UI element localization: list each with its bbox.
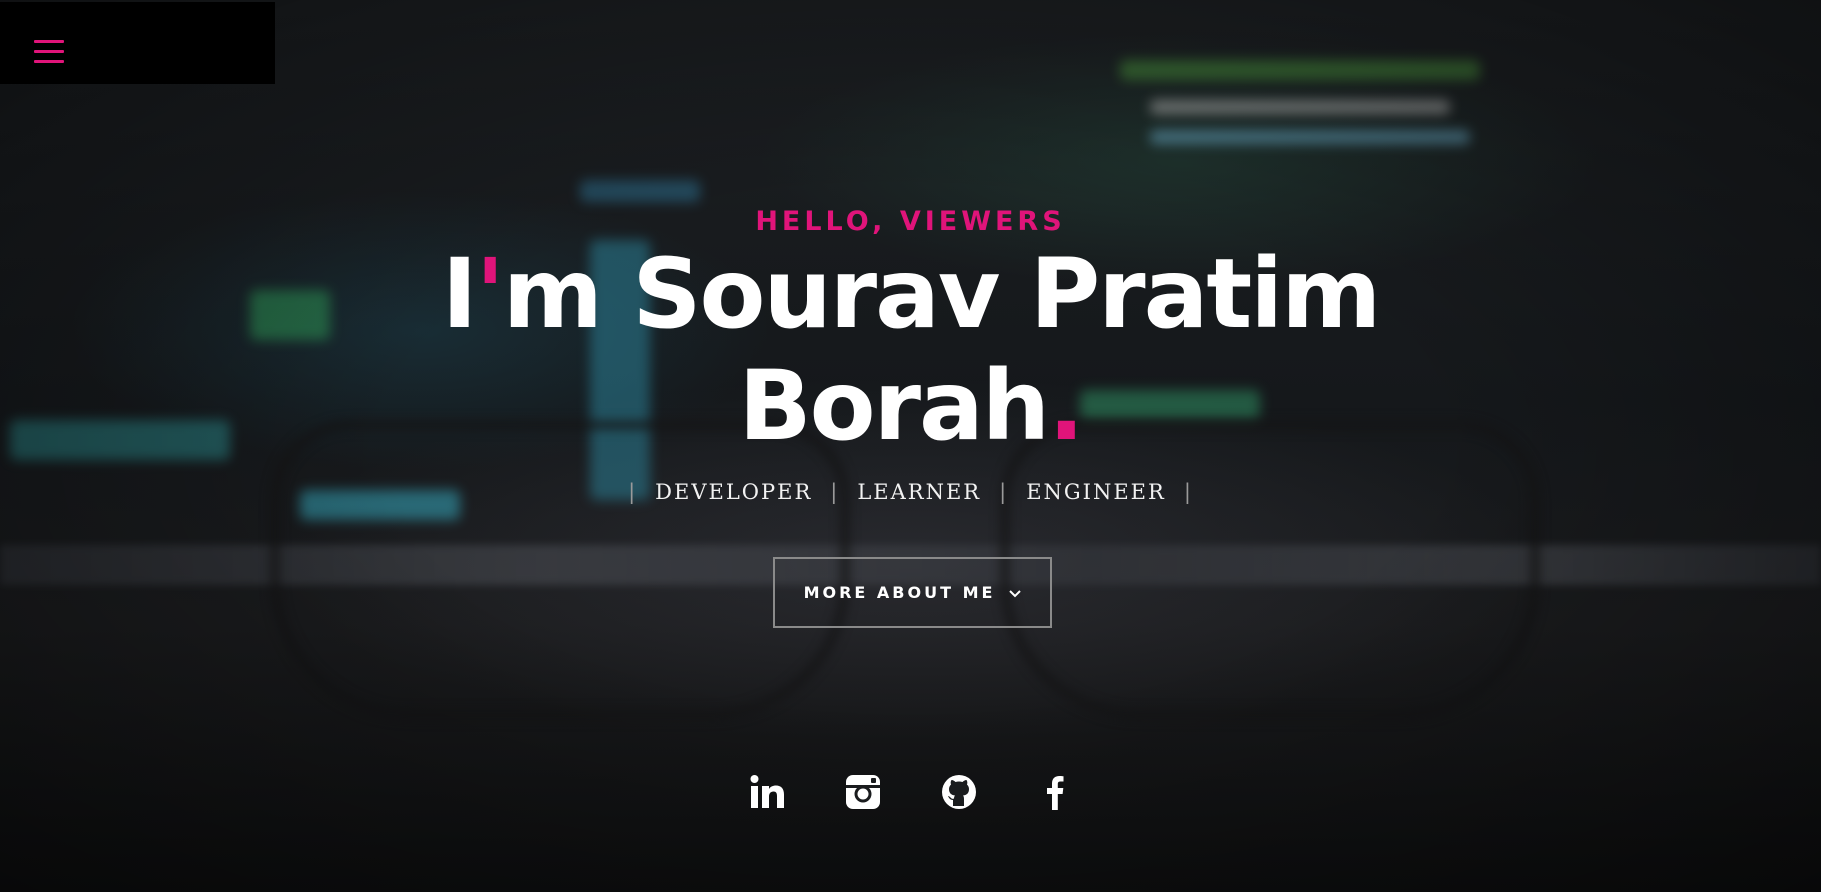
- facebook-icon[interactable]: [1033, 770, 1077, 814]
- chevron-down-icon: [1009, 583, 1022, 602]
- hero-heading-line-1: I'm Sourav Pratim: [0, 238, 1821, 350]
- hero-heading-line-2: Borah.: [0, 350, 1821, 462]
- role-item: ENGINEER: [1026, 480, 1166, 504]
- social-links: [0, 770, 1821, 814]
- hero-section: HELLO, VIEWERS I'm Sourav Pratim Borah. …: [0, 0, 1821, 892]
- instagram-icon[interactable]: [841, 770, 885, 814]
- role-separator: |: [1183, 480, 1193, 504]
- menu-bar: [0, 2, 275, 84]
- heading-text: Borah: [738, 350, 1050, 462]
- more-about-me-button[interactable]: MORE ABOUT ME: [773, 557, 1052, 628]
- role-separator: |: [999, 480, 1009, 504]
- heading-text: I: [441, 238, 478, 350]
- role-separator: |: [628, 480, 638, 504]
- heading-text: m Sourav Pratim: [502, 238, 1381, 350]
- role-list: | DEVELOPER | LEARNER | ENGINEER |: [0, 480, 1821, 504]
- heading-apostrophe: ': [475, 238, 505, 350]
- hero-heading: I'm Sourav Pratim Borah.: [0, 238, 1821, 462]
- intro-subtitle: HELLO, VIEWERS: [755, 206, 1066, 237]
- linkedin-icon[interactable]: [745, 770, 789, 814]
- github-icon[interactable]: [937, 770, 981, 814]
- heading-dot: .: [1048, 350, 1084, 462]
- hamburger-menu-icon[interactable]: [34, 40, 66, 66]
- role-item: DEVELOPER: [655, 480, 813, 504]
- role-item: LEARNER: [857, 480, 982, 504]
- role-separator: |: [830, 480, 840, 504]
- more-about-me-label: MORE ABOUT ME: [803, 583, 996, 602]
